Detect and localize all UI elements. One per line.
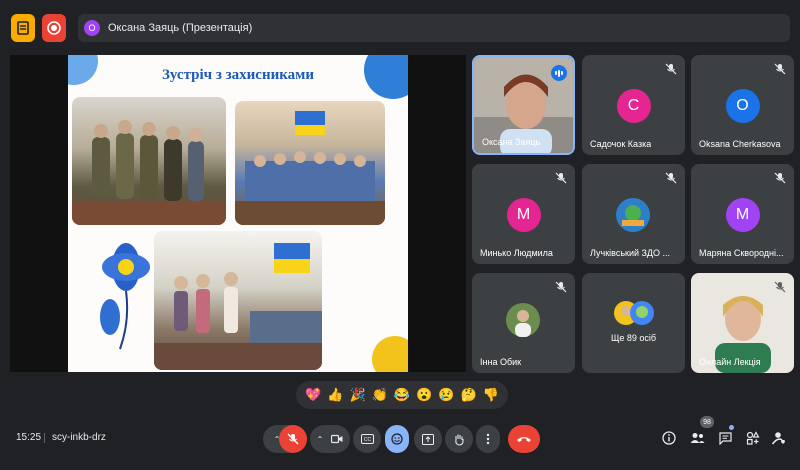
- reaction-surprised[interactable]: 😮: [416, 387, 432, 403]
- participant-name: Садочок Казка: [590, 139, 652, 149]
- chat-button[interactable]: [717, 430, 733, 446]
- presentation-slide: Зустріч з захисниками: [68, 55, 408, 372]
- mic-off-icon: [774, 281, 786, 293]
- mic-off-icon: [665, 172, 677, 184]
- presenting-label: Оксана Заяць (Презентація): [108, 22, 253, 34]
- more-participants-label: Ще 89 осіб: [610, 333, 657, 343]
- footer-divider: [44, 433, 45, 443]
- reaction-party[interactable]: 🎉: [349, 387, 365, 403]
- camera-options-button[interactable]: ⌃: [317, 435, 324, 444]
- mic-off-icon: [774, 172, 786, 184]
- files-button[interactable]: [11, 14, 35, 42]
- more-participants-tile[interactable]: Ще 89 осіб: [582, 273, 685, 373]
- participant-tile-oksana-zaiats[interactable]: Оксана Заяць: [472, 55, 575, 155]
- camera-icon[interactable]: [331, 434, 343, 444]
- end-call-icon: [517, 437, 531, 442]
- participant-name: Оксана Заяць: [482, 137, 541, 147]
- mic-off-icon: [774, 63, 786, 75]
- slide-decoration: [372, 336, 408, 372]
- participant-avatar: М: [725, 198, 760, 232]
- participant-tile-online-lektsiia[interactable]: Онлайн Лекція: [691, 273, 794, 373]
- participant-tile-mariana-skvorodni[interactable]: М Маряна Сквородні...: [691, 164, 794, 264]
- record-icon: [47, 21, 61, 35]
- info-icon: [662, 431, 676, 445]
- chat-unread-dot: [729, 425, 734, 430]
- people-button[interactable]: [689, 430, 705, 446]
- participant-name: Інна Обик: [480, 357, 522, 367]
- emoji-icon: [391, 433, 403, 445]
- slide-flower-decoration: [90, 231, 162, 351]
- people-icon: [690, 433, 704, 443]
- present-icon: [422, 433, 434, 445]
- participant-name: Oksana Cherkasova: [699, 139, 781, 149]
- mic-toggle-button[interactable]: [279, 425, 307, 453]
- activities-icon: [746, 431, 760, 445]
- participant-tile-inna-obyk[interactable]: Інна Обик: [472, 273, 575, 373]
- mic-off-icon: [665, 63, 677, 75]
- participant-name: Лучківський ЗДО ...: [590, 248, 671, 258]
- meeting-info-button[interactable]: [661, 430, 677, 446]
- reaction-thumbs-up[interactable]: 👍: [327, 387, 343, 403]
- participant-tile-minko-liudmyla[interactable]: М Минько Людмила: [472, 164, 575, 264]
- participant-tile-sadochok-kazka[interactable]: С Садочок Казка: [582, 55, 685, 155]
- participant-tile-oksana-cherkasova[interactable]: O Oksana Cherkasova: [691, 55, 794, 155]
- reactions-button[interactable]: [385, 425, 409, 453]
- recording-button[interactable]: [42, 14, 66, 42]
- speaking-indicator: [551, 65, 567, 81]
- meeting-code: scy-inkb-drz: [52, 432, 106, 443]
- participant-avatar-image: [616, 198, 650, 232]
- raise-hand-button[interactable]: [445, 425, 473, 453]
- host-controls-button[interactable]: [771, 430, 787, 446]
- reaction-clap[interactable]: 👏: [372, 387, 388, 403]
- leave-call-button[interactable]: [508, 425, 540, 453]
- host-controls-icon: [772, 432, 785, 445]
- participant-avatar: O: [725, 89, 760, 123]
- slide-photo-kids-performance: [154, 231, 322, 370]
- slide-title: Зустріч з захисниками: [161, 67, 315, 83]
- participant-tile-luchkivskyi-zdo[interactable]: Лучківський ЗДО ...: [582, 164, 685, 264]
- raise-hand-icon: [455, 434, 464, 446]
- slide-photo-kids-group: [235, 101, 385, 225]
- participant-group-avatars: [614, 301, 654, 325]
- participant-name: Минько Людмила: [480, 248, 553, 258]
- reaction-thinking[interactable]: 🤔: [461, 387, 477, 403]
- reaction-thumbs-down[interactable]: 👎: [483, 387, 499, 403]
- participant-count-badge: 98: [700, 416, 714, 428]
- mic-off-icon: [287, 433, 299, 445]
- mic-off-icon: [555, 281, 567, 293]
- slide-photo-soldiers: [72, 97, 226, 225]
- participant-avatar-image: [506, 303, 540, 337]
- present-button[interactable]: [414, 425, 442, 453]
- presentation-stage: Зустріч з захисниками: [10, 55, 466, 372]
- presenter-avatar: О: [84, 20, 100, 36]
- meeting-time: 15:25: [16, 432, 42, 443]
- participant-avatar: М: [506, 198, 541, 232]
- captions-icon: CC: [360, 434, 374, 444]
- reaction-sad[interactable]: 😢: [438, 387, 454, 403]
- reaction-heart[interactable]: 💖: [305, 387, 321, 403]
- more-options-button[interactable]: [476, 425, 500, 453]
- captions-button[interactable]: CC: [353, 425, 381, 453]
- svg-text:CC: CC: [363, 437, 371, 443]
- presenting-banner: О Оксана Заяць (Презентація): [78, 14, 790, 42]
- more-icon: [486, 433, 490, 445]
- chat-icon: [718, 431, 732, 445]
- participant-name: Маряна Сквородні...: [699, 248, 784, 258]
- participant-name: Онлайн Лекція: [699, 357, 761, 367]
- activities-button[interactable]: [745, 430, 761, 446]
- reaction-laugh[interactable]: 😂: [394, 387, 410, 403]
- reactions-bar: 💖 👍 🎉 👏 😂 😮 😢 🤔 👎: [296, 381, 508, 409]
- files-icon: [17, 21, 29, 35]
- camera-control: ⌃: [310, 425, 350, 453]
- participant-avatar: С: [616, 89, 651, 123]
- mic-off-icon: [555, 172, 567, 184]
